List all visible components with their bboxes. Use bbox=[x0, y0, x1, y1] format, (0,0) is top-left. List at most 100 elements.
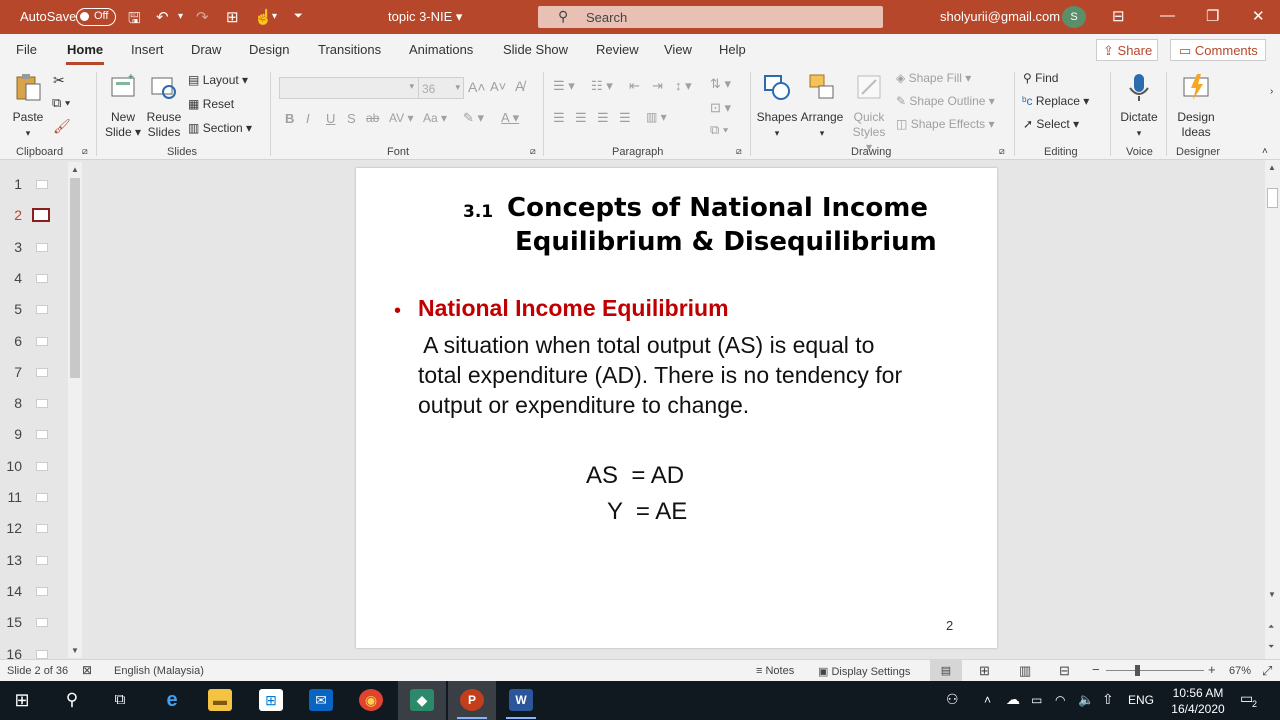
powerpoint-icon[interactable]: P bbox=[460, 689, 484, 711]
chrome-icon[interactable]: ◉ bbox=[359, 689, 383, 711]
onedrive-icon[interactable]: ☁ bbox=[1006, 691, 1020, 708]
tab-help[interactable]: Help bbox=[719, 42, 746, 57]
tab-transitions[interactable]: Transitions bbox=[318, 42, 381, 57]
present-icon[interactable]: ⊞ bbox=[226, 8, 239, 26]
dictate-button[interactable]: Dictate ▾ bbox=[1118, 72, 1160, 141]
slide-thumbnail[interactable] bbox=[36, 493, 48, 502]
store-icon[interactable]: ⊞ bbox=[259, 689, 283, 711]
slide-thumbnail[interactable] bbox=[36, 305, 48, 315]
slide-thumbnail[interactable] bbox=[36, 618, 48, 628]
autosave-toggle[interactable]: Off bbox=[76, 8, 116, 26]
scroll-thumb[interactable] bbox=[1267, 188, 1278, 208]
bullets-icon[interactable]: ☰ ▾ bbox=[553, 78, 575, 94]
font-name-field[interactable]: ▾ bbox=[279, 77, 419, 99]
justify-icon[interactable]: ☰ bbox=[619, 110, 631, 126]
slide-thumb-number[interactable]: 3 bbox=[0, 239, 22, 255]
slide-thumb-number[interactable]: 10 bbox=[0, 458, 22, 474]
strikethrough-icon[interactable]: ab bbox=[366, 111, 379, 125]
scroll-up-icon[interactable]: ▲ bbox=[71, 165, 79, 174]
people-icon[interactable]: ⚇ bbox=[946, 691, 959, 708]
language-indicator[interactable]: English (Malaysia) bbox=[114, 665, 204, 677]
shape-effects-button[interactable]: ◫ Shape Effects ▾ bbox=[896, 117, 995, 131]
decrease-font-icon[interactable]: A˅ bbox=[490, 79, 506, 94]
slideshow-view-icon[interactable]: ⊟ bbox=[1059, 663, 1070, 679]
accessibility-icon[interactable]: ⊠ bbox=[82, 663, 92, 677]
tab-insert[interactable]: Insert bbox=[131, 42, 164, 57]
collapse-ribbon-icon[interactable]: ˄ bbox=[1262, 146, 1268, 157]
section-button[interactable]: ▥ Section ▾ bbox=[188, 121, 252, 135]
slide-title-line2[interactable]: Equilibrium & Disequilibrium bbox=[515, 227, 937, 257]
cut-icon[interactable]: ✂ bbox=[53, 72, 65, 89]
scroll-up-icon[interactable]: ▲ bbox=[1268, 163, 1276, 172]
slide-thumb-number[interactable]: 11 bbox=[0, 489, 22, 505]
search-icon[interactable]: ⚲ bbox=[60, 689, 84, 711]
paste-button[interactable]: Paste ▾ bbox=[10, 72, 46, 141]
text-direction-icon[interactable]: ⇅ ▾ bbox=[710, 76, 731, 92]
slide-thumbnail[interactable] bbox=[36, 180, 48, 189]
tab-file[interactable]: File bbox=[16, 42, 37, 57]
copy-icon[interactable]: ⧉ ▾ bbox=[52, 95, 70, 111]
tab-view[interactable]: View bbox=[664, 42, 692, 57]
normal-view-icon[interactable]: ▤ bbox=[930, 660, 962, 681]
thumbnails-scrollbar[interactable]: ▲ ▼ bbox=[68, 162, 82, 658]
slide-thumb-number[interactable]: 8 bbox=[0, 395, 22, 411]
replace-button[interactable]: ᵇc Replace ▾ bbox=[1022, 94, 1089, 108]
character-spacing-icon[interactable]: AV ▾ bbox=[389, 111, 413, 125]
highlight-icon[interactable]: ✎ ▾ bbox=[463, 110, 484, 126]
slide-thumb-number[interactable]: 6 bbox=[0, 333, 22, 349]
notes-button[interactable]: ≡ Notes bbox=[756, 665, 794, 677]
slide-thumbnail[interactable] bbox=[36, 649, 48, 659]
wifi-icon[interactable]: ◠ bbox=[1055, 693, 1065, 707]
decrease-indent-icon[interactable]: ⇤ bbox=[629, 78, 640, 94]
shapes-button[interactable]: Shapes ▾ bbox=[756, 72, 798, 141]
file-explorer-icon[interactable]: ▬ bbox=[208, 689, 232, 711]
scroll-down-icon[interactable]: ▼ bbox=[71, 646, 79, 655]
format-painter-icon[interactable]: 🖌 bbox=[53, 118, 71, 135]
save-icon[interactable]: 🖫 bbox=[128, 8, 141, 33]
font-launcher-icon[interactable]: ⧄ bbox=[530, 146, 536, 157]
undo-icon[interactable]: ↶ bbox=[156, 8, 169, 26]
slide-thumbnail[interactable] bbox=[36, 430, 48, 440]
tab-review[interactable]: Review bbox=[596, 42, 639, 57]
align-center-icon[interactable]: ☰ bbox=[575, 110, 587, 126]
close-icon[interactable]: ✕ bbox=[1252, 7, 1265, 25]
slide-thumb-number[interactable]: 9 bbox=[0, 426, 22, 442]
tab-design[interactable]: Design bbox=[249, 42, 289, 57]
slide-thumbnail[interactable] bbox=[36, 399, 48, 409]
slide-thumb-number[interactable]: 14 bbox=[0, 583, 22, 599]
font-size-field[interactable]: 36 ▾ bbox=[418, 77, 464, 99]
shadow-icon[interactable]: S bbox=[347, 111, 356, 126]
customize-toolbar-icon[interactable]: ⏷ bbox=[294, 10, 303, 23]
touch-dropdown-icon[interactable]: ▾ bbox=[272, 11, 277, 22]
slide-body-line1[interactable]: A situation when total output (AS) is eq… bbox=[418, 332, 978, 359]
drawing-launcher-icon[interactable]: ⧄ bbox=[999, 146, 1005, 157]
find-button[interactable]: ⚲ Find bbox=[1023, 71, 1058, 85]
equation-y-ae[interactable]: Y = AE bbox=[607, 498, 687, 526]
undo-dropdown-icon[interactable]: ▾ bbox=[178, 11, 183, 22]
battery-icon[interactable]: ▭ bbox=[1031, 693, 1042, 707]
windows-start-icon[interactable]: ⊞ bbox=[10, 689, 34, 711]
ribbon-scroll-icon[interactable]: › bbox=[1270, 86, 1273, 97]
input-language[interactable]: ENG bbox=[1128, 693, 1154, 707]
slide-body-line3[interactable]: output or expenditure to change. bbox=[418, 392, 978, 419]
slide-thumbnail[interactable] bbox=[36, 367, 48, 377]
document-title[interactable]: topic 3-NIE ▾ bbox=[388, 9, 462, 25]
tab-animations[interactable]: Animations bbox=[409, 42, 473, 57]
tab-home[interactable]: Home bbox=[67, 42, 103, 57]
share-button[interactable]: ⇪ Share bbox=[1096, 39, 1158, 61]
italic-icon[interactable]: I bbox=[306, 111, 310, 126]
slide-thumb-number[interactable]: 15 bbox=[0, 614, 22, 630]
select-button[interactable]: ➚ Select ▾ bbox=[1023, 117, 1079, 131]
slide-sorter-icon[interactable]: ⊞ bbox=[979, 663, 990, 679]
align-right-icon[interactable]: ☰ bbox=[597, 110, 609, 126]
shape-fill-button[interactable]: ◈ Shape Fill ▾ bbox=[896, 71, 971, 85]
task-view-icon[interactable]: ⧉ bbox=[108, 689, 132, 711]
mail-icon[interactable]: ✉ bbox=[309, 689, 333, 711]
line-spacing-icon[interactable]: ↕ ▾ bbox=[675, 78, 692, 94]
reading-view-icon[interactable]: ▥ bbox=[1019, 663, 1031, 679]
slide-thumb-number[interactable]: 5 bbox=[0, 301, 22, 317]
zoom-out-icon[interactable]: − bbox=[1092, 662, 1100, 677]
change-case-icon[interactable]: Aa ▾ bbox=[423, 111, 447, 125]
font-color-icon[interactable]: A ▾ bbox=[501, 110, 519, 126]
slide-thumb-number[interactable]: 12 bbox=[0, 520, 22, 536]
